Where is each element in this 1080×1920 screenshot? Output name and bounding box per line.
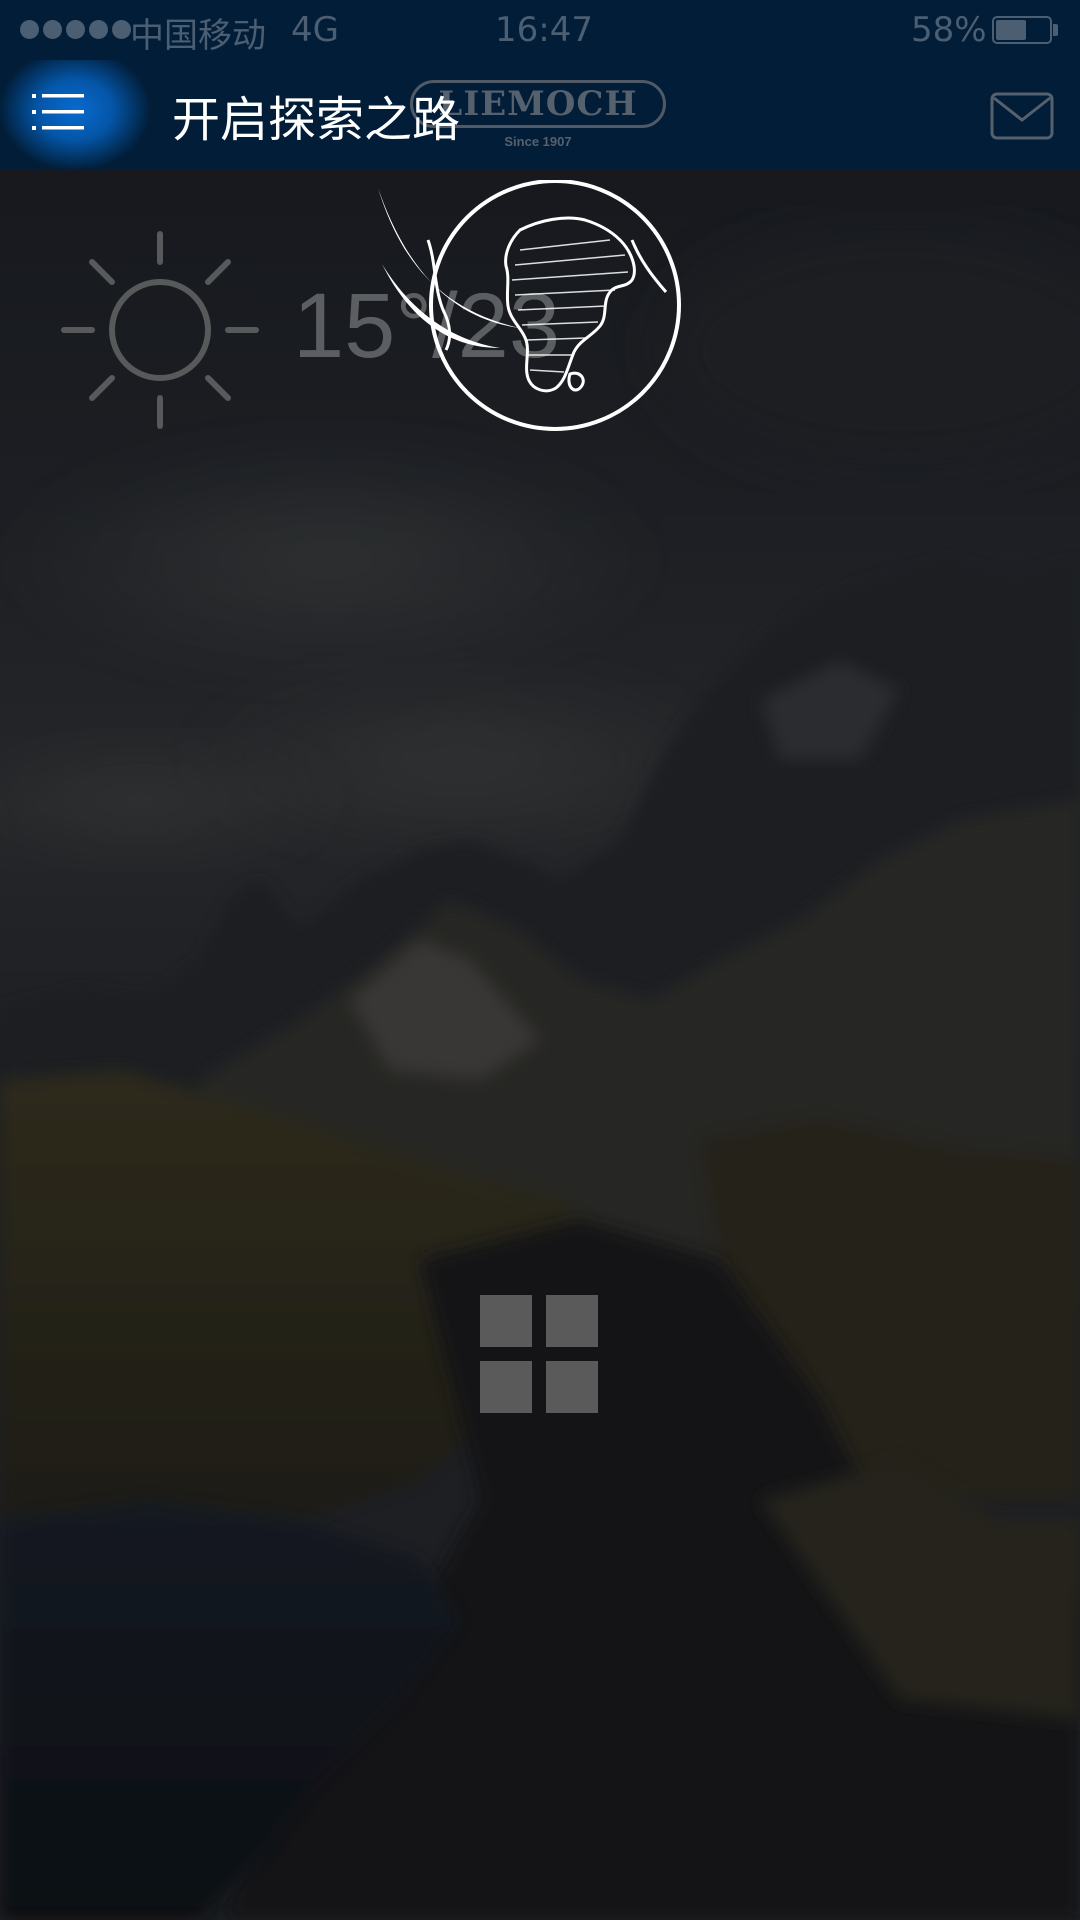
grid-icon-tile [480, 1295, 532, 1347]
page-title: 开启探索之路 [172, 92, 461, 148]
menu-button[interactable] [0, 60, 150, 170]
status-time: 16:47 [495, 10, 593, 50]
mail-button[interactable] [990, 92, 1054, 140]
status-bar: 中国移动 4G 16:47 58% [0, 0, 1080, 60]
globe-africa-icon [378, 180, 681, 431]
grid-icon-tile [546, 1295, 598, 1347]
grid-icon-tile [546, 1361, 598, 1413]
battery-cap [1053, 24, 1058, 36]
battery-icon [992, 16, 1052, 44]
screen: 中国移动 4G 16:47 58% LIEMOCH Since 1907 开启探… [0, 0, 1080, 1920]
battery-level-fill [996, 20, 1026, 40]
envelope-icon [990, 92, 1054, 140]
grid-icon-tile [480, 1361, 532, 1413]
signal-strength-icon [20, 20, 131, 39]
network-type: 4G [291, 10, 339, 50]
top-nav-bar: LIEMOCH Since 1907 开启探索之路 [0, 60, 1080, 170]
battery-percent: 58% [911, 10, 987, 50]
carrier-name: 中国移动 [130, 16, 266, 56]
apps-grid-button[interactable] [480, 1295, 600, 1413]
hamburger-menu-icon [32, 94, 84, 130]
sun-icon [61, 231, 259, 429]
